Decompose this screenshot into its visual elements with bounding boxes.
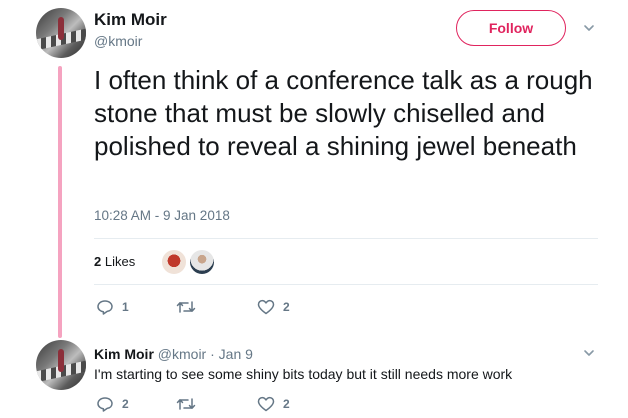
author-avatar[interactable] xyxy=(36,8,86,58)
reply-count: 1 xyxy=(122,300,129,314)
like-action[interactable]: 2 xyxy=(257,396,290,412)
heart-icon xyxy=(257,299,275,315)
likes-label: Likes xyxy=(104,254,136,269)
reply-author-handle[interactable]: @kmoir xyxy=(158,346,206,362)
retweet-action[interactable] xyxy=(176,396,204,412)
divider xyxy=(94,284,598,285)
tweet-text: I often think of a conference talk as a … xyxy=(94,65,593,161)
like-count: 2 xyxy=(283,300,290,314)
reply-icon xyxy=(97,397,113,412)
reply-action[interactable]: 2 xyxy=(96,396,129,412)
likes-count: 2 xyxy=(94,254,102,269)
reply-header: Kim Moir @kmoir · Jan 9 xyxy=(94,346,253,362)
liker-avatar[interactable] xyxy=(160,248,188,276)
retweet-action[interactable] xyxy=(176,299,204,315)
thread-line xyxy=(58,66,62,338)
reply-icon xyxy=(97,300,113,315)
reply-separator: · xyxy=(210,346,215,362)
reply-author-name[interactable]: Kim Moir xyxy=(94,346,154,362)
chevron-down-icon[interactable] xyxy=(582,346,596,360)
like-count: 2 xyxy=(283,397,290,411)
reply-date[interactable]: Jan 9 xyxy=(219,346,253,362)
heart-icon xyxy=(257,396,275,412)
reply-action[interactable]: 1 xyxy=(96,299,129,315)
chevron-down-icon[interactable] xyxy=(582,21,596,35)
author-handle[interactable]: @kmoir xyxy=(94,33,142,49)
divider xyxy=(94,238,598,239)
reply-author-avatar[interactable] xyxy=(36,340,86,390)
liker-avatar[interactable] xyxy=(188,248,216,276)
reply-count: 2 xyxy=(122,397,129,411)
likes-summary[interactable]: 2 Likes xyxy=(94,254,135,269)
author-name[interactable]: Kim Moir xyxy=(94,10,167,30)
reply-text: I'm starting to see some shiny bits toda… xyxy=(94,366,513,382)
follow-button[interactable]: Follow xyxy=(456,10,566,46)
retweet-icon xyxy=(176,301,196,313)
retweet-icon xyxy=(176,398,196,410)
like-action[interactable]: 2 xyxy=(257,299,290,315)
tweet-timestamp[interactable]: 10:28 AM - 9 Jan 2018 xyxy=(94,208,230,223)
